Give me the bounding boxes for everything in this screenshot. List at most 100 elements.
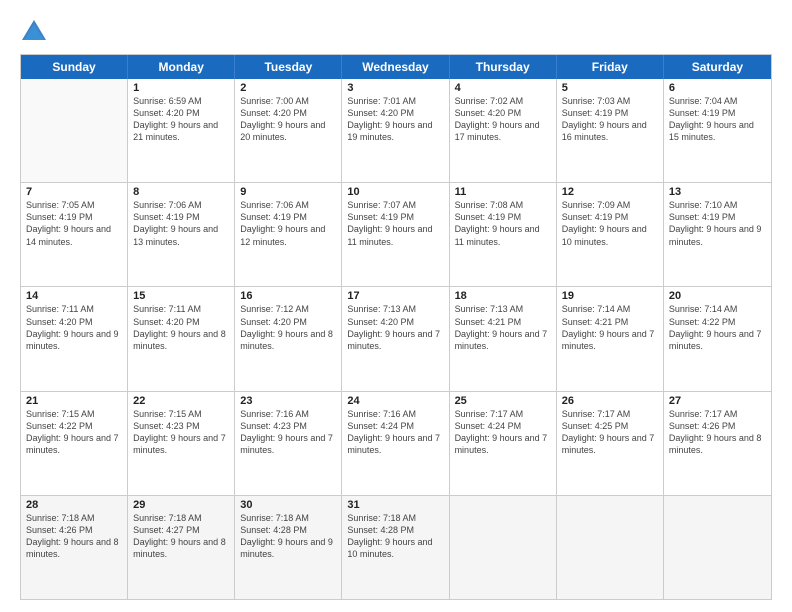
calendar-cell: 8Sunrise: 7:06 AM Sunset: 4:19 PM Daylig…	[128, 183, 235, 286]
cell-info: Sunrise: 7:02 AM Sunset: 4:20 PM Dayligh…	[455, 95, 551, 144]
day-number: 30	[240, 499, 336, 511]
calendar-cell: 7Sunrise: 7:05 AM Sunset: 4:19 PM Daylig…	[21, 183, 128, 286]
day-number: 5	[562, 82, 658, 94]
calendar-cell: 3Sunrise: 7:01 AM Sunset: 4:20 PM Daylig…	[342, 79, 449, 182]
cell-info: Sunrise: 7:17 AM Sunset: 4:25 PM Dayligh…	[562, 408, 658, 457]
day-header-thursday: Thursday	[450, 55, 557, 79]
cell-info: Sunrise: 7:17 AM Sunset: 4:26 PM Dayligh…	[669, 408, 766, 457]
calendar-cell	[21, 79, 128, 182]
calendar-cell	[557, 496, 664, 599]
calendar-cell: 18Sunrise: 7:13 AM Sunset: 4:21 PM Dayli…	[450, 287, 557, 390]
calendar: SundayMondayTuesdayWednesdayThursdayFrid…	[20, 54, 772, 600]
cell-info: Sunrise: 7:18 AM Sunset: 4:28 PM Dayligh…	[240, 512, 336, 561]
calendar-row-4: 21Sunrise: 7:15 AM Sunset: 4:22 PM Dayli…	[21, 391, 771, 495]
day-number: 6	[669, 82, 766, 94]
calendar-cell: 19Sunrise: 7:14 AM Sunset: 4:21 PM Dayli…	[557, 287, 664, 390]
calendar-cell: 13Sunrise: 7:10 AM Sunset: 4:19 PM Dayli…	[664, 183, 771, 286]
cell-info: Sunrise: 7:09 AM Sunset: 4:19 PM Dayligh…	[562, 199, 658, 248]
day-number: 24	[347, 395, 443, 407]
calendar-cell: 20Sunrise: 7:14 AM Sunset: 4:22 PM Dayli…	[664, 287, 771, 390]
logo	[20, 16, 52, 46]
calendar-cell: 16Sunrise: 7:12 AM Sunset: 4:20 PM Dayli…	[235, 287, 342, 390]
calendar-cell: 28Sunrise: 7:18 AM Sunset: 4:26 PM Dayli…	[21, 496, 128, 599]
day-number: 22	[133, 395, 229, 407]
day-number: 27	[669, 395, 766, 407]
day-header-monday: Monday	[128, 55, 235, 79]
cell-info: Sunrise: 7:00 AM Sunset: 4:20 PM Dayligh…	[240, 95, 336, 144]
header	[20, 16, 772, 46]
cell-info: Sunrise: 7:18 AM Sunset: 4:27 PM Dayligh…	[133, 512, 229, 561]
day-number: 4	[455, 82, 551, 94]
cell-info: Sunrise: 7:11 AM Sunset: 4:20 PM Dayligh…	[26, 303, 122, 352]
cell-info: Sunrise: 7:17 AM Sunset: 4:24 PM Dayligh…	[455, 408, 551, 457]
cell-info: Sunrise: 7:10 AM Sunset: 4:19 PM Dayligh…	[669, 199, 766, 248]
day-number: 18	[455, 290, 551, 302]
cell-info: Sunrise: 7:18 AM Sunset: 4:28 PM Dayligh…	[347, 512, 443, 561]
day-number: 10	[347, 186, 443, 198]
cell-info: Sunrise: 7:14 AM Sunset: 4:21 PM Dayligh…	[562, 303, 658, 352]
cell-info: Sunrise: 7:01 AM Sunset: 4:20 PM Dayligh…	[347, 95, 443, 144]
cell-info: Sunrise: 7:04 AM Sunset: 4:19 PM Dayligh…	[669, 95, 766, 144]
cell-info: Sunrise: 7:15 AM Sunset: 4:22 PM Dayligh…	[26, 408, 122, 457]
calendar-row-2: 7Sunrise: 7:05 AM Sunset: 4:19 PM Daylig…	[21, 182, 771, 286]
day-number: 23	[240, 395, 336, 407]
calendar-cell: 24Sunrise: 7:16 AM Sunset: 4:24 PM Dayli…	[342, 392, 449, 495]
day-number: 19	[562, 290, 658, 302]
calendar-header: SundayMondayTuesdayWednesdayThursdayFrid…	[21, 55, 771, 79]
cell-info: Sunrise: 7:18 AM Sunset: 4:26 PM Dayligh…	[26, 512, 122, 561]
day-number: 7	[26, 186, 122, 198]
day-header-tuesday: Tuesday	[235, 55, 342, 79]
cell-info: Sunrise: 7:06 AM Sunset: 4:19 PM Dayligh…	[133, 199, 229, 248]
calendar-cell: 6Sunrise: 7:04 AM Sunset: 4:19 PM Daylig…	[664, 79, 771, 182]
day-number: 1	[133, 82, 229, 94]
calendar-cell: 27Sunrise: 7:17 AM Sunset: 4:26 PM Dayli…	[664, 392, 771, 495]
cell-info: Sunrise: 7:14 AM Sunset: 4:22 PM Dayligh…	[669, 303, 766, 352]
cell-info: Sunrise: 7:07 AM Sunset: 4:19 PM Dayligh…	[347, 199, 443, 248]
cell-info: Sunrise: 7:06 AM Sunset: 4:19 PM Dayligh…	[240, 199, 336, 248]
calendar-cell: 2Sunrise: 7:00 AM Sunset: 4:20 PM Daylig…	[235, 79, 342, 182]
calendar-cell: 21Sunrise: 7:15 AM Sunset: 4:22 PM Dayli…	[21, 392, 128, 495]
day-header-friday: Friday	[557, 55, 664, 79]
day-number: 15	[133, 290, 229, 302]
day-number: 29	[133, 499, 229, 511]
cell-info: Sunrise: 7:16 AM Sunset: 4:24 PM Dayligh…	[347, 408, 443, 457]
calendar-row-3: 14Sunrise: 7:11 AM Sunset: 4:20 PM Dayli…	[21, 286, 771, 390]
day-number: 16	[240, 290, 336, 302]
calendar-body: 1Sunrise: 6:59 AM Sunset: 4:20 PM Daylig…	[21, 79, 771, 599]
cell-info: Sunrise: 7:11 AM Sunset: 4:20 PM Dayligh…	[133, 303, 229, 352]
calendar-cell: 30Sunrise: 7:18 AM Sunset: 4:28 PM Dayli…	[235, 496, 342, 599]
calendar-cell: 12Sunrise: 7:09 AM Sunset: 4:19 PM Dayli…	[557, 183, 664, 286]
day-number: 12	[562, 186, 658, 198]
calendar-cell: 1Sunrise: 6:59 AM Sunset: 4:20 PM Daylig…	[128, 79, 235, 182]
cell-info: Sunrise: 7:05 AM Sunset: 4:19 PM Dayligh…	[26, 199, 122, 248]
day-number: 31	[347, 499, 443, 511]
cell-info: Sunrise: 6:59 AM Sunset: 4:20 PM Dayligh…	[133, 95, 229, 144]
cell-info: Sunrise: 7:13 AM Sunset: 4:20 PM Dayligh…	[347, 303, 443, 352]
cell-info: Sunrise: 7:15 AM Sunset: 4:23 PM Dayligh…	[133, 408, 229, 457]
day-header-sunday: Sunday	[21, 55, 128, 79]
calendar-cell: 17Sunrise: 7:13 AM Sunset: 4:20 PM Dayli…	[342, 287, 449, 390]
day-number: 17	[347, 290, 443, 302]
day-header-wednesday: Wednesday	[342, 55, 449, 79]
day-number: 20	[669, 290, 766, 302]
cell-info: Sunrise: 7:08 AM Sunset: 4:19 PM Dayligh…	[455, 199, 551, 248]
calendar-cell: 9Sunrise: 7:06 AM Sunset: 4:19 PM Daylig…	[235, 183, 342, 286]
calendar-cell	[664, 496, 771, 599]
day-number: 13	[669, 186, 766, 198]
day-number: 26	[562, 395, 658, 407]
page: SundayMondayTuesdayWednesdayThursdayFrid…	[0, 0, 792, 612]
calendar-cell: 23Sunrise: 7:16 AM Sunset: 4:23 PM Dayli…	[235, 392, 342, 495]
day-number: 11	[455, 186, 551, 198]
day-number: 28	[26, 499, 122, 511]
calendar-cell: 5Sunrise: 7:03 AM Sunset: 4:19 PM Daylig…	[557, 79, 664, 182]
calendar-cell: 15Sunrise: 7:11 AM Sunset: 4:20 PM Dayli…	[128, 287, 235, 390]
calendar-cell: 22Sunrise: 7:15 AM Sunset: 4:23 PM Dayli…	[128, 392, 235, 495]
day-number: 14	[26, 290, 122, 302]
cell-info: Sunrise: 7:16 AM Sunset: 4:23 PM Dayligh…	[240, 408, 336, 457]
calendar-row-1: 1Sunrise: 6:59 AM Sunset: 4:20 PM Daylig…	[21, 79, 771, 182]
cell-info: Sunrise: 7:13 AM Sunset: 4:21 PM Dayligh…	[455, 303, 551, 352]
day-number: 25	[455, 395, 551, 407]
calendar-row-5: 28Sunrise: 7:18 AM Sunset: 4:26 PM Dayli…	[21, 495, 771, 599]
day-number: 3	[347, 82, 443, 94]
day-number: 9	[240, 186, 336, 198]
